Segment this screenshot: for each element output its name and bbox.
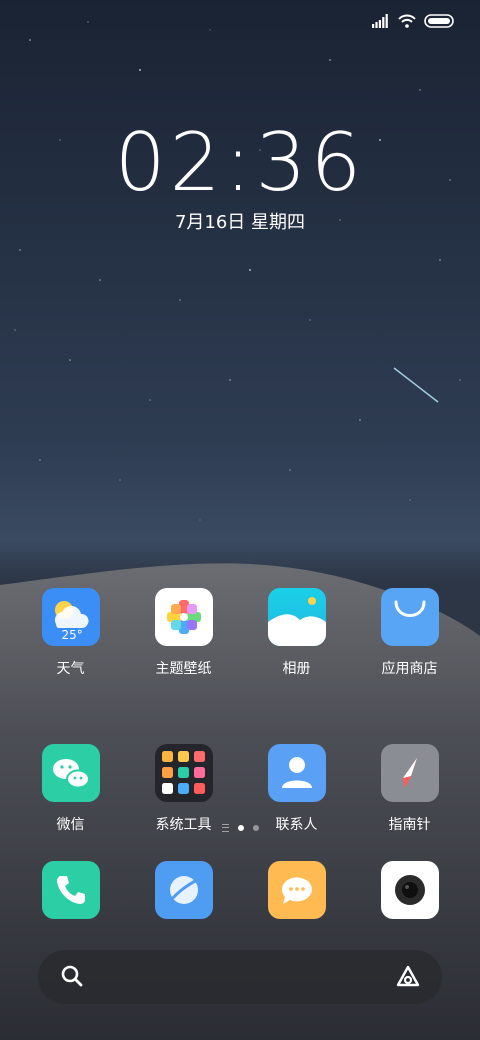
weather-temp: 25° (61, 628, 83, 642)
message-bubble-icon (267, 861, 326, 919)
app-grid: 25° 天气 主题壁纸 相册 应用商店 微信 系统工具 联系人 指南针 (14, 588, 466, 834)
app-gallery[interactable]: 相册 (240, 588, 353, 678)
app-label: 应用商店 (381, 661, 438, 677)
app-contacts[interactable]: 联系人 (240, 744, 353, 834)
assistant-icon[interactable] (394, 964, 422, 990)
status-bar (372, 10, 454, 32)
dock-camera[interactable] (353, 861, 466, 919)
page-dot-active[interactable] (237, 825, 244, 831)
contacts-person-icon (267, 744, 326, 802)
wifi-icon (398, 14, 416, 28)
dock-phone[interactable] (14, 861, 127, 919)
clock-time[interactable]: 02:36 (0, 118, 480, 208)
search-bar[interactable] (38, 950, 442, 1004)
themes-flower-icon (154, 588, 213, 646)
clock-date: 7月16日 星期四 (174, 212, 306, 233)
app-label: 天气 (56, 661, 85, 677)
app-store[interactable]: 应用商店 (353, 588, 466, 678)
app-themes[interactable]: 主题壁纸 (127, 588, 240, 678)
dock-browser[interactable] (127, 861, 240, 919)
app-compass[interactable]: 指南针 (353, 744, 466, 834)
minus-one-screen-indicator[interactable] (221, 824, 229, 832)
app-wechat[interactable]: 微信 (14, 744, 127, 834)
page-indicator[interactable] (0, 824, 480, 832)
battery-icon (424, 14, 454, 28)
app-label: 主题壁纸 (155, 661, 212, 677)
weather-icon: 25° (41, 588, 100, 646)
app-system-tools-folder[interactable]: 系统工具 (127, 744, 240, 834)
page-dot[interactable] (252, 825, 259, 831)
search-icon[interactable] (60, 964, 84, 990)
gallery-icon (267, 588, 326, 646)
app-label: 相册 (282, 661, 311, 677)
compass-icon (380, 744, 439, 802)
dock-messages[interactable] (240, 861, 353, 919)
camera-lens-icon (380, 861, 439, 919)
app-weather[interactable]: 25° 天气 (14, 588, 127, 678)
dock (14, 861, 466, 919)
phone-icon (41, 861, 100, 919)
browser-planet-icon (154, 861, 213, 919)
folder-icon (154, 744, 213, 802)
wechat-icon (41, 744, 100, 802)
shopping-bag-icon (380, 588, 439, 646)
signal-icon (372, 14, 388, 28)
